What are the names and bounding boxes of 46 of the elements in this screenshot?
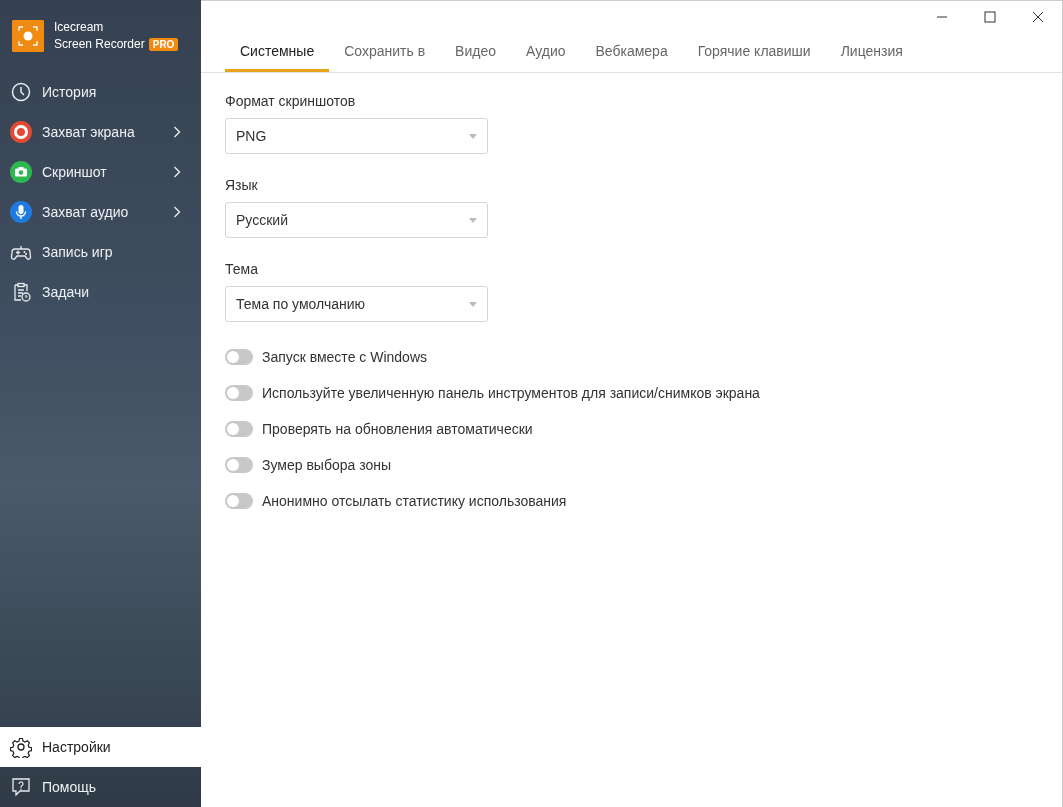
toggle-switch[interactable]	[225, 421, 253, 437]
app-name: Icecream	[54, 19, 105, 36]
caret-icon	[469, 133, 477, 139]
settings-icon	[10, 736, 32, 758]
field-label: Тема	[225, 260, 259, 279]
sidebar-item[interactable]: Настройки	[0, 727, 201, 767]
tab[interactable]: Аудио	[511, 33, 581, 72]
toggle-label: Зумер выбора зоны	[262, 455, 391, 475]
toggle-switch[interactable]	[225, 385, 253, 401]
close-icon	[1032, 11, 1044, 23]
camera-icon	[10, 161, 32, 183]
microphone-icon	[10, 201, 32, 223]
app-logo	[12, 20, 44, 52]
sidebar-item[interactable]: Скриншот	[0, 152, 201, 192]
toggle-label: Запуск вместе с Windows	[262, 347, 427, 367]
sidebar-item[interactable]: История	[0, 72, 201, 112]
toggle-label: Используйте увеличенную панель инструментов для записи/снимков экрана	[262, 383, 760, 403]
tab[interactable]: Лицензия	[825, 33, 918, 72]
dropdown[interactable]: PNG	[225, 118, 488, 154]
record-icon	[10, 121, 32, 143]
tab[interactable]: Видео	[440, 33, 511, 72]
sidebar-item[interactable]: Запись игр	[0, 232, 201, 272]
toggle-label: Проверять на обновления автоматически	[262, 419, 533, 439]
tab[interactable]: Сохранить в	[329, 33, 441, 72]
tab[interactable]: Вебкамера	[580, 33, 683, 72]
sidebar-item[interactable]: Задачи	[0, 272, 201, 312]
dropdown[interactable]: Русский	[225, 202, 488, 238]
caret-icon	[469, 301, 477, 307]
maximize-icon	[984, 11, 996, 23]
toggle-switch[interactable]	[225, 349, 253, 365]
field-label: Язык	[225, 176, 259, 195]
sidebar-item[interactable]: Помощь	[0, 767, 201, 807]
field-label: Формат скриншотов	[225, 92, 357, 111]
sidebar-item[interactable]: Захват экрана	[0, 112, 201, 152]
pro-badge: PRO	[148, 38, 179, 51]
tab[interactable]: Горячие клавиши	[682, 33, 826, 72]
toggle-switch[interactable]	[225, 457, 253, 473]
toggle-label: Анонимно отсылать статистику использования	[262, 491, 567, 511]
clock-icon	[10, 81, 32, 103]
help-icon	[10, 776, 32, 798]
sidebar-item[interactable]: Захват аудио	[0, 192, 201, 232]
tab[interactable]: Системные	[225, 33, 330, 72]
toggle-switch[interactable]	[225, 493, 253, 509]
caret-icon	[469, 217, 477, 223]
dropdown[interactable]: Тема по умолчанию	[225, 286, 488, 322]
app-name: Screen Recorder	[54, 37, 145, 51]
